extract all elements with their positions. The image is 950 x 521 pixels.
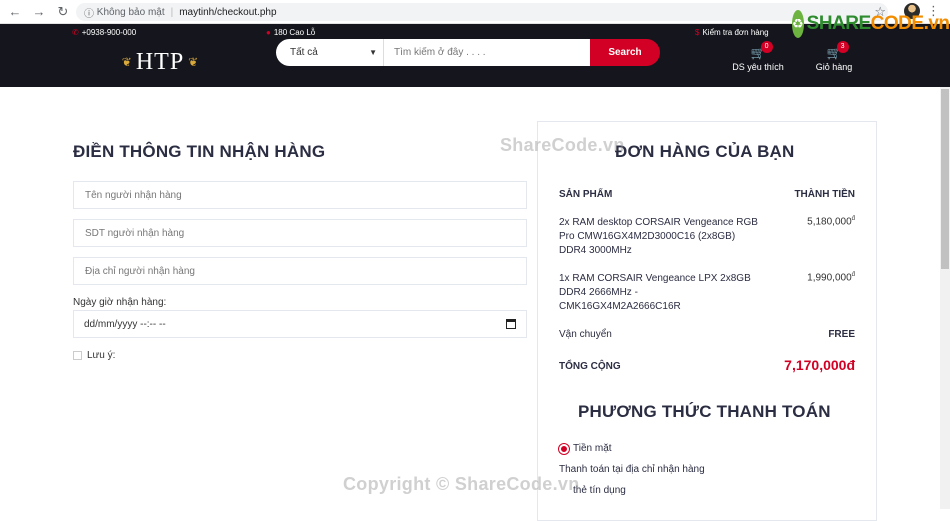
info-icon[interactable]: ⓘ (84, 5, 94, 20)
order-check-link[interactable]: $ Kiểm tra đơn hàng (695, 28, 769, 37)
shipping-form-title: ĐIỀN THÔNG TIN NHẬN HÀNG (73, 142, 326, 161)
payment-cash-note: Thanh toán tại địa chỉ nhận hàng (559, 464, 705, 475)
delivery-datetime-input[interactable]: dd/mm/yyyy --:-- -- (73, 310, 527, 338)
wishlist-count-badge: 0 (760, 41, 773, 53)
cart-icon: 🛒 0 (751, 41, 773, 61)
order-item-name: 1x RAM CORSAIR Vengeance LPX 2x8GB DDR4 … (559, 273, 751, 312)
payment-cash-label: Tiền mặt (573, 443, 612, 454)
category-select[interactable]: Tất cả ▼ (276, 39, 384, 66)
receiver-name-field[interactable]: Tên người nhận hàng (73, 181, 527, 209)
ornament-left-icon: ❦ (121, 55, 132, 69)
forward-icon[interactable]: → (30, 3, 48, 21)
wishlist-label: DS yêu thích (732, 62, 784, 72)
back-icon[interactable]: ← (6, 3, 24, 21)
cart-icon: 🛒 3 (827, 41, 849, 61)
note-label: Lưu ý: (87, 350, 116, 361)
cart-count-badge: 3 (836, 41, 849, 53)
search-bar: Tất cả ▼ Search (276, 39, 660, 66)
order-item-price: 1,990,000đ (807, 272, 855, 284)
payment-cash-radio[interactable] (559, 444, 569, 454)
ornament-right-icon: ❦ (188, 55, 199, 69)
watermark-logo-icon: ♻ (792, 10, 804, 38)
col-total-header: THÀNH TIỀN (794, 189, 855, 200)
security-label: Không bảo mật (96, 6, 165, 18)
shipping-value: FREE (828, 329, 855, 340)
address-bar[interactable]: ⓘ Không bảo mật | maytinh/checkout.php (76, 3, 888, 21)
location-pin-icon: ● (266, 28, 271, 37)
cart-link[interactable]: 🛒 3 Giỏ hàng (799, 41, 869, 72)
watermark-footer: Copyright © ShareCode.vn (343, 474, 580, 494)
payment-card-label: thẻ tín dụng (573, 485, 626, 496)
receiver-address-field[interactable]: Địa chỉ người nhận hàng (73, 257, 527, 285)
header-phone: ✆ +0938-900-000 (72, 28, 137, 37)
watermark-overlay: ShareCode.vn (500, 135, 625, 155)
payment-title: PHƯƠNG THỨC THANH TOÁN (578, 402, 831, 421)
order-title: ĐƠN HÀNG CỦA BẠN (615, 142, 795, 161)
order-item-price: 5,180,000đ (807, 216, 855, 228)
total-value: 7,170,000đ (784, 357, 855, 373)
cart-label: Giỏ hàng (815, 62, 853, 72)
search-button[interactable]: Search (590, 39, 660, 66)
col-product-header: SẢN PHẨM (559, 189, 613, 200)
reload-icon[interactable]: ↻ (54, 3, 72, 21)
watermark-logo-text-a: SHARE (806, 13, 872, 34)
watermark-logo-text-b: CODE.vn (870, 13, 950, 34)
scrollbar-thumb[interactable] (941, 89, 949, 269)
phone-icon: ✆ (72, 28, 79, 37)
brand-name: HTP (135, 48, 185, 75)
order-summary-box (537, 121, 877, 521)
dollar-icon: $ (695, 28, 700, 37)
url-text: maytinh/checkout.php (179, 6, 277, 18)
header-address: ● 180 Cao Lỗ (266, 28, 316, 37)
site-logo[interactable]: ❦ HTP ❦ (98, 47, 222, 77)
delivery-datetime-value: dd/mm/yyyy --:-- -- (84, 318, 166, 330)
page-scrollbar[interactable] (940, 87, 950, 509)
receiver-phone-field[interactable]: SDT người nhận hàng (73, 219, 527, 247)
chevron-down-icon: ▼ (369, 48, 377, 57)
total-label: TỔNG CỘNG (559, 361, 621, 372)
wishlist-link[interactable]: 🛒 0 DS yêu thích (723, 41, 793, 72)
note-checkbox[interactable] (73, 351, 82, 360)
delivery-date-label: Ngày giờ nhận hàng: (73, 297, 167, 308)
shipping-label: Vận chuyển (559, 329, 612, 340)
order-item-name: 2x RAM desktop CORSAIR Vengeance RGB Pro… (559, 217, 758, 256)
watermark-logo: ♻ SHARECODE.vn (792, 6, 950, 42)
search-input[interactable] (384, 39, 590, 66)
calendar-icon[interactable] (506, 319, 516, 329)
